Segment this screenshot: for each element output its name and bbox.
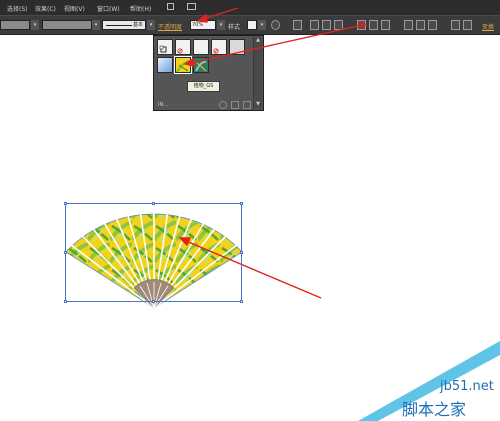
watermark-url: jb51.net	[440, 379, 494, 394]
resize-handle[interactable]	[240, 202, 243, 205]
arrow-to-style-thumb	[190, 23, 368, 64]
resize-handle[interactable]	[152, 300, 155, 303]
watermark-name: 脚本之家	[402, 400, 467, 419]
resize-handle[interactable]	[64, 202, 67, 205]
resize-handle[interactable]	[240, 251, 243, 254]
resize-handle[interactable]	[64, 251, 67, 254]
selection-bounding-box[interactable]	[64, 202, 243, 303]
resize-handle[interactable]	[240, 300, 243, 303]
watermark: jb51.net 脚本之家	[358, 341, 500, 421]
resize-handle[interactable]	[152, 202, 155, 205]
resize-handle[interactable]	[64, 300, 67, 303]
arrow-to-opacity	[202, 7, 239, 20]
arrow-head	[196, 13, 208, 23]
arrow-head	[183, 57, 195, 67]
